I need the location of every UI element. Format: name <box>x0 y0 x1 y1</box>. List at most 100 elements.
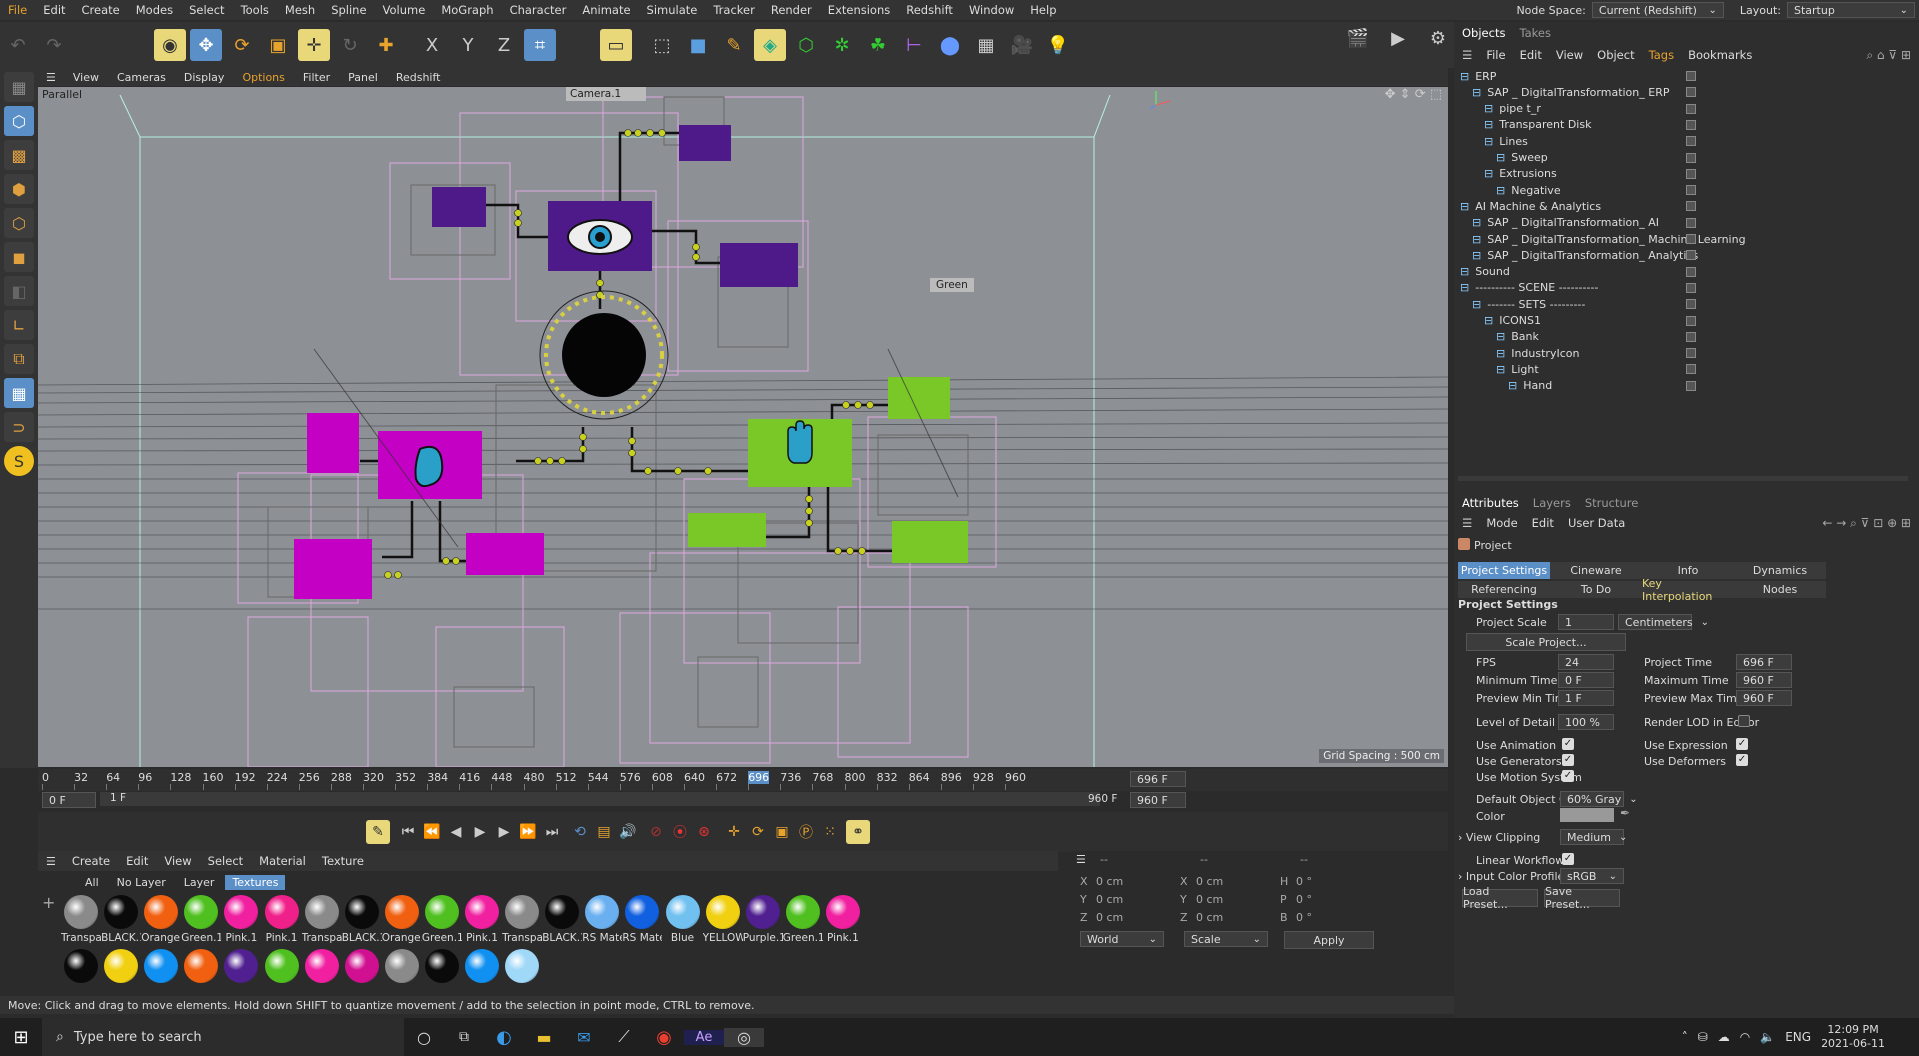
coords-cv[interactable]: 0 ° <box>1296 875 1312 888</box>
expand-icon[interactable]: ⊟ <box>1496 330 1505 343</box>
edge-icon[interactable]: ◐ <box>484 1027 524 1048</box>
material-menu-material[interactable]: Material <box>251 854 314 868</box>
material-swatch[interactable]: BLACK.1 <box>101 895 141 944</box>
key-position-icon[interactable]: ✛ <box>722 820 746 844</box>
material-swatch[interactable]: RS Mate <box>622 895 662 944</box>
material-filter-all[interactable]: All <box>78 875 106 890</box>
coords-cv[interactable]: 0 ° <box>1296 893 1312 906</box>
goto-end-icon[interactable]: ⏭ <box>540 820 564 844</box>
visibility-toggle[interactable] <box>1686 136 1696 147</box>
use-animation-checkbox[interactable]: ✓ <box>1562 738 1574 750</box>
viewport[interactable]: Parallel Camera.1 Green Grid Spacing : 5… <box>38 87 1448 767</box>
apply-button[interactable]: Apply <box>1284 931 1374 949</box>
tag-label[interactable]: Green <box>930 278 974 292</box>
windows-start-icon[interactable]: ⊞ <box>0 1027 42 1048</box>
menu-edit[interactable]: Edit <box>35 3 73 17</box>
tab-takes[interactable]: Takes <box>1519 26 1551 40</box>
material-swatch[interactable]: Transpar <box>302 895 342 944</box>
objects-menu-edit[interactable]: Edit <box>1520 48 1542 62</box>
range-start-field[interactable]: 0 F <box>42 792 96 808</box>
expand-icon[interactable]: ⊟ <box>1472 249 1481 262</box>
attributes-menu-edit[interactable]: Edit <box>1532 516 1554 530</box>
expand-icon[interactable]: ⊟ <box>1484 102 1493 115</box>
expand-icon[interactable]: ⊟ <box>1472 298 1481 311</box>
node-space-dropdown[interactable]: Current (Redshift) <box>1591 2 1724 18</box>
menu-select[interactable]: Select <box>181 3 232 17</box>
attributes-hamburger-icon[interactable]: ☰ <box>1462 516 1472 530</box>
timeline-settings-icon[interactable]: ▤ <box>592 820 616 844</box>
sketch-icon[interactable]: S <box>4 446 34 476</box>
material-menu-select[interactable]: Select <box>200 854 251 868</box>
prev-frame-icon[interactable]: ◀ <box>444 820 468 844</box>
menu-modes[interactable]: Modes <box>128 3 181 17</box>
chrome-icon[interactable]: ◉ <box>644 1027 684 1048</box>
view-clipping-dropdown[interactable]: Medium <box>1560 829 1624 845</box>
app-icon[interactable]: ⟋ <box>604 1027 644 1047</box>
volume-icon[interactable]: 🔈 <box>1760 1030 1775 1044</box>
coords-bv[interactable]: 0 cm <box>1196 875 1223 888</box>
y-axis-icon[interactable]: Y <box>452 29 484 61</box>
expand-icon[interactable]: ⊟ <box>1460 200 1469 213</box>
next-frame-icon[interactable]: ▶ <box>492 820 516 844</box>
clock[interactable]: 12:09 PM 2021-06-11 <box>1821 1023 1919 1051</box>
menu-window[interactable]: Window <box>961 3 1022 17</box>
menu-animate[interactable]: Animate <box>574 3 638 17</box>
visibility-toggle[interactable] <box>1686 315 1696 326</box>
display-mode-icon[interactable]: ▭ <box>600 29 632 61</box>
tray-chevron-icon[interactable]: ˄ <box>1682 1030 1688 1044</box>
coords-bv[interactable]: 0 cm <box>1196 893 1223 906</box>
render-picture-viewer-icon[interactable]: ▶ <box>1382 22 1414 54</box>
coords-hamburger-icon[interactable]: ☰ <box>1076 853 1086 866</box>
material-swatch[interactable]: Green.1 <box>422 895 462 944</box>
preview-min-field[interactable]: 1 F <box>1558 690 1614 706</box>
material-ball[interactable] <box>264 949 299 983</box>
expand-icon[interactable]: ⊟ <box>1484 314 1493 327</box>
cinema4d-icon[interactable]: ◎ <box>724 1027 764 1047</box>
use-motion-checkbox[interactable]: ✓ <box>1562 770 1574 782</box>
menu-help[interactable]: Help <box>1022 3 1064 17</box>
menu-tracker[interactable]: Tracker <box>705 3 763 17</box>
expand-icon[interactable]: ⊟ <box>1472 216 1481 229</box>
material-swatch[interactable]: Purple.1 <box>743 895 783 944</box>
texture-mode-icon[interactable]: ▩ <box>4 140 34 170</box>
lang-indicator[interactable]: ENG <box>1785 1030 1811 1044</box>
project-tab-cineware[interactable]: Cineware <box>1550 562 1642 579</box>
subdivision-icon[interactable]: ◈ <box>754 29 786 61</box>
light-icon[interactable]: 💡 <box>1042 29 1074 61</box>
workplane-icon[interactable]: ▦ <box>4 378 34 408</box>
material-menu-create[interactable]: Create <box>64 854 118 868</box>
world-axis-icon[interactable]: ⌗ <box>524 29 556 61</box>
recent-tool-icon[interactable]: ↻ <box>334 29 366 61</box>
material-ball[interactable] <box>144 949 179 983</box>
goto-start-icon[interactable]: ⏮ <box>396 820 420 844</box>
material-ball[interactable] <box>384 949 419 983</box>
objects-menu-tags[interactable]: Tags <box>1649 48 1674 62</box>
viewport-menu-panel[interactable]: Panel <box>339 71 387 84</box>
pen-icon[interactable]: ✎ <box>718 29 750 61</box>
coords-av[interactable]: 0 cm <box>1096 911 1123 924</box>
material-swatch[interactable]: RS Mate <box>582 895 622 944</box>
menu-create[interactable]: Create <box>74 3 128 17</box>
expand-icon[interactable]: ⊟ <box>1508 379 1517 392</box>
coords-mode2-dropdown[interactable]: Scale <box>1184 931 1268 947</box>
move-tool-icon[interactable]: ✥ <box>190 29 222 61</box>
tray-icons[interactable]: ˄ ⛁ ☁ ◠ 🔈 ENG <box>1682 1030 1821 1044</box>
expand-icon[interactable]: ⊟ <box>1460 265 1469 278</box>
fps-field[interactable]: 24 <box>1558 654 1614 670</box>
after-effects-icon[interactable]: Ae <box>684 1029 724 1045</box>
undo-icon[interactable]: ↶ <box>2 29 34 61</box>
viewport-menu-view[interactable]: View <box>64 71 108 84</box>
objects-search-icon[interactable]: ⌕ ⌂ ⊽ ⊞ <box>1866 48 1911 63</box>
material-swatch[interactable]: Orange. <box>382 895 422 944</box>
x-axis-icon[interactable]: X <box>416 29 448 61</box>
attributes-nav-icons[interactable]: ← → ⌕ ⊽ ⊡ ⊕ ⊞ <box>1822 516 1911 531</box>
objects-scrollbar[interactable] <box>1458 476 1908 481</box>
visibility-toggle[interactable] <box>1686 234 1696 244</box>
preview-range-bar[interactable]: 0 F 1 F 960 F 960 F <box>38 792 1448 808</box>
viewport-menu-filter[interactable]: Filter <box>294 71 339 84</box>
tab-layers[interactable]: Layers <box>1533 496 1571 510</box>
expand-icon[interactable]: ⊟ <box>1484 118 1493 131</box>
visibility-toggle[interactable] <box>1686 331 1696 342</box>
material-swatch[interactable]: Pink.1 <box>221 895 261 944</box>
material-filter-textures[interactable]: Textures <box>225 874 286 890</box>
